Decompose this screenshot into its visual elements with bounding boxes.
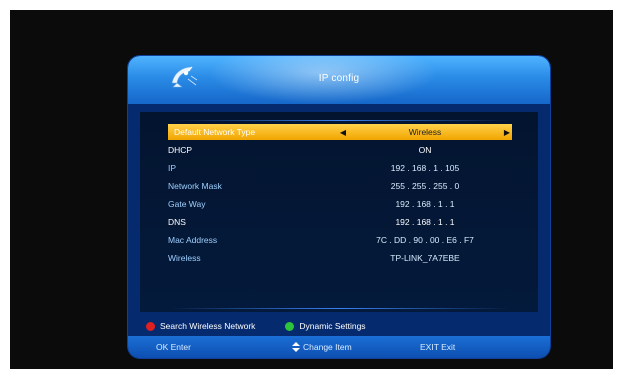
row-value: 255 . 255 . 255 . 0 [390,181,460,191]
row-label: DNS [168,217,186,227]
row-value: Wireless [408,127,442,137]
row-wireless[interactable]: Wireless TP-LINK_7A7EBE [168,250,512,266]
legend-search-wireless[interactable]: Search Wireless Network [146,321,255,331]
legend-dynamic-settings[interactable]: Dynamic Settings [285,321,366,331]
row-label: Network Mask [168,181,222,191]
row-value: 7C . DD . 90 . 00 . E6 . F7 [376,235,474,245]
dialog-title: IP config [318,73,360,84]
row-label: Default Network Type [174,127,256,137]
row-value: ON [418,145,432,155]
row-dns[interactable]: DNS 192 . 168 . 1 . 1 [168,214,512,230]
red-button-icon [146,321,155,331]
row-value: 192 . 168 . 1 . 1 [395,199,455,209]
tv-screen: IP config Default Network Type ◀ Wireles… [10,10,613,369]
row-value: 192 . 168 . 1 . 105 [390,163,460,173]
row-dhcp[interactable]: DHCP ON [168,142,512,158]
legend-label: Search Wireless Network [160,321,256,331]
top-divider [170,120,510,121]
row-label: IP [168,163,177,173]
legend-label: Dynamic Settings [299,321,366,331]
settings-panel: Default Network Type ◀ Wireless ▶ DHCP O… [140,112,538,312]
arrow-left-icon[interactable]: ◀ [338,127,348,137]
footer-bar: OK Enter Change Item EXIT Exit [128,336,550,358]
dialog-header: IP config [128,56,550,104]
row-default-network-type[interactable]: Default Network Type ◀ Wireless ▶ [168,124,512,140]
exit-hint[interactable]: EXIT Exit [420,342,455,352]
row-mac-address[interactable]: Mac Address 7C . DD . 90 . 00 . E6 . F7 [168,232,512,248]
bottom-divider [170,308,510,309]
row-label: DHCP [168,145,193,155]
change-item-hint[interactable]: Change Item [292,342,352,352]
row-ip[interactable]: IP 192 . 168 . 1 . 105 [168,160,512,176]
row-label: Mac Address [168,235,218,245]
row-network-mask[interactable]: Network Mask 255 . 255 . 255 . 0 [168,178,512,194]
row-value: TP-LINK_7A7EBE [390,253,460,263]
ok-enter-hint[interactable]: OK Enter [156,342,191,352]
green-button-icon [285,321,295,331]
arrow-right-icon[interactable]: ▶ [502,127,512,137]
up-down-arrows-icon [292,342,300,352]
row-label: Wireless [168,253,201,263]
change-item-label: Change Item [303,342,352,352]
ip-config-dialog: IP config Default Network Type ◀ Wireles… [128,56,550,358]
row-label: Gate Way [168,199,206,209]
row-value: 192 . 168 . 1 . 1 [395,217,455,227]
color-key-legend: Search Wireless Network Dynamic Settings [140,318,538,334]
row-gateway[interactable]: Gate Way 192 . 168 . 1 . 1 [168,196,512,212]
